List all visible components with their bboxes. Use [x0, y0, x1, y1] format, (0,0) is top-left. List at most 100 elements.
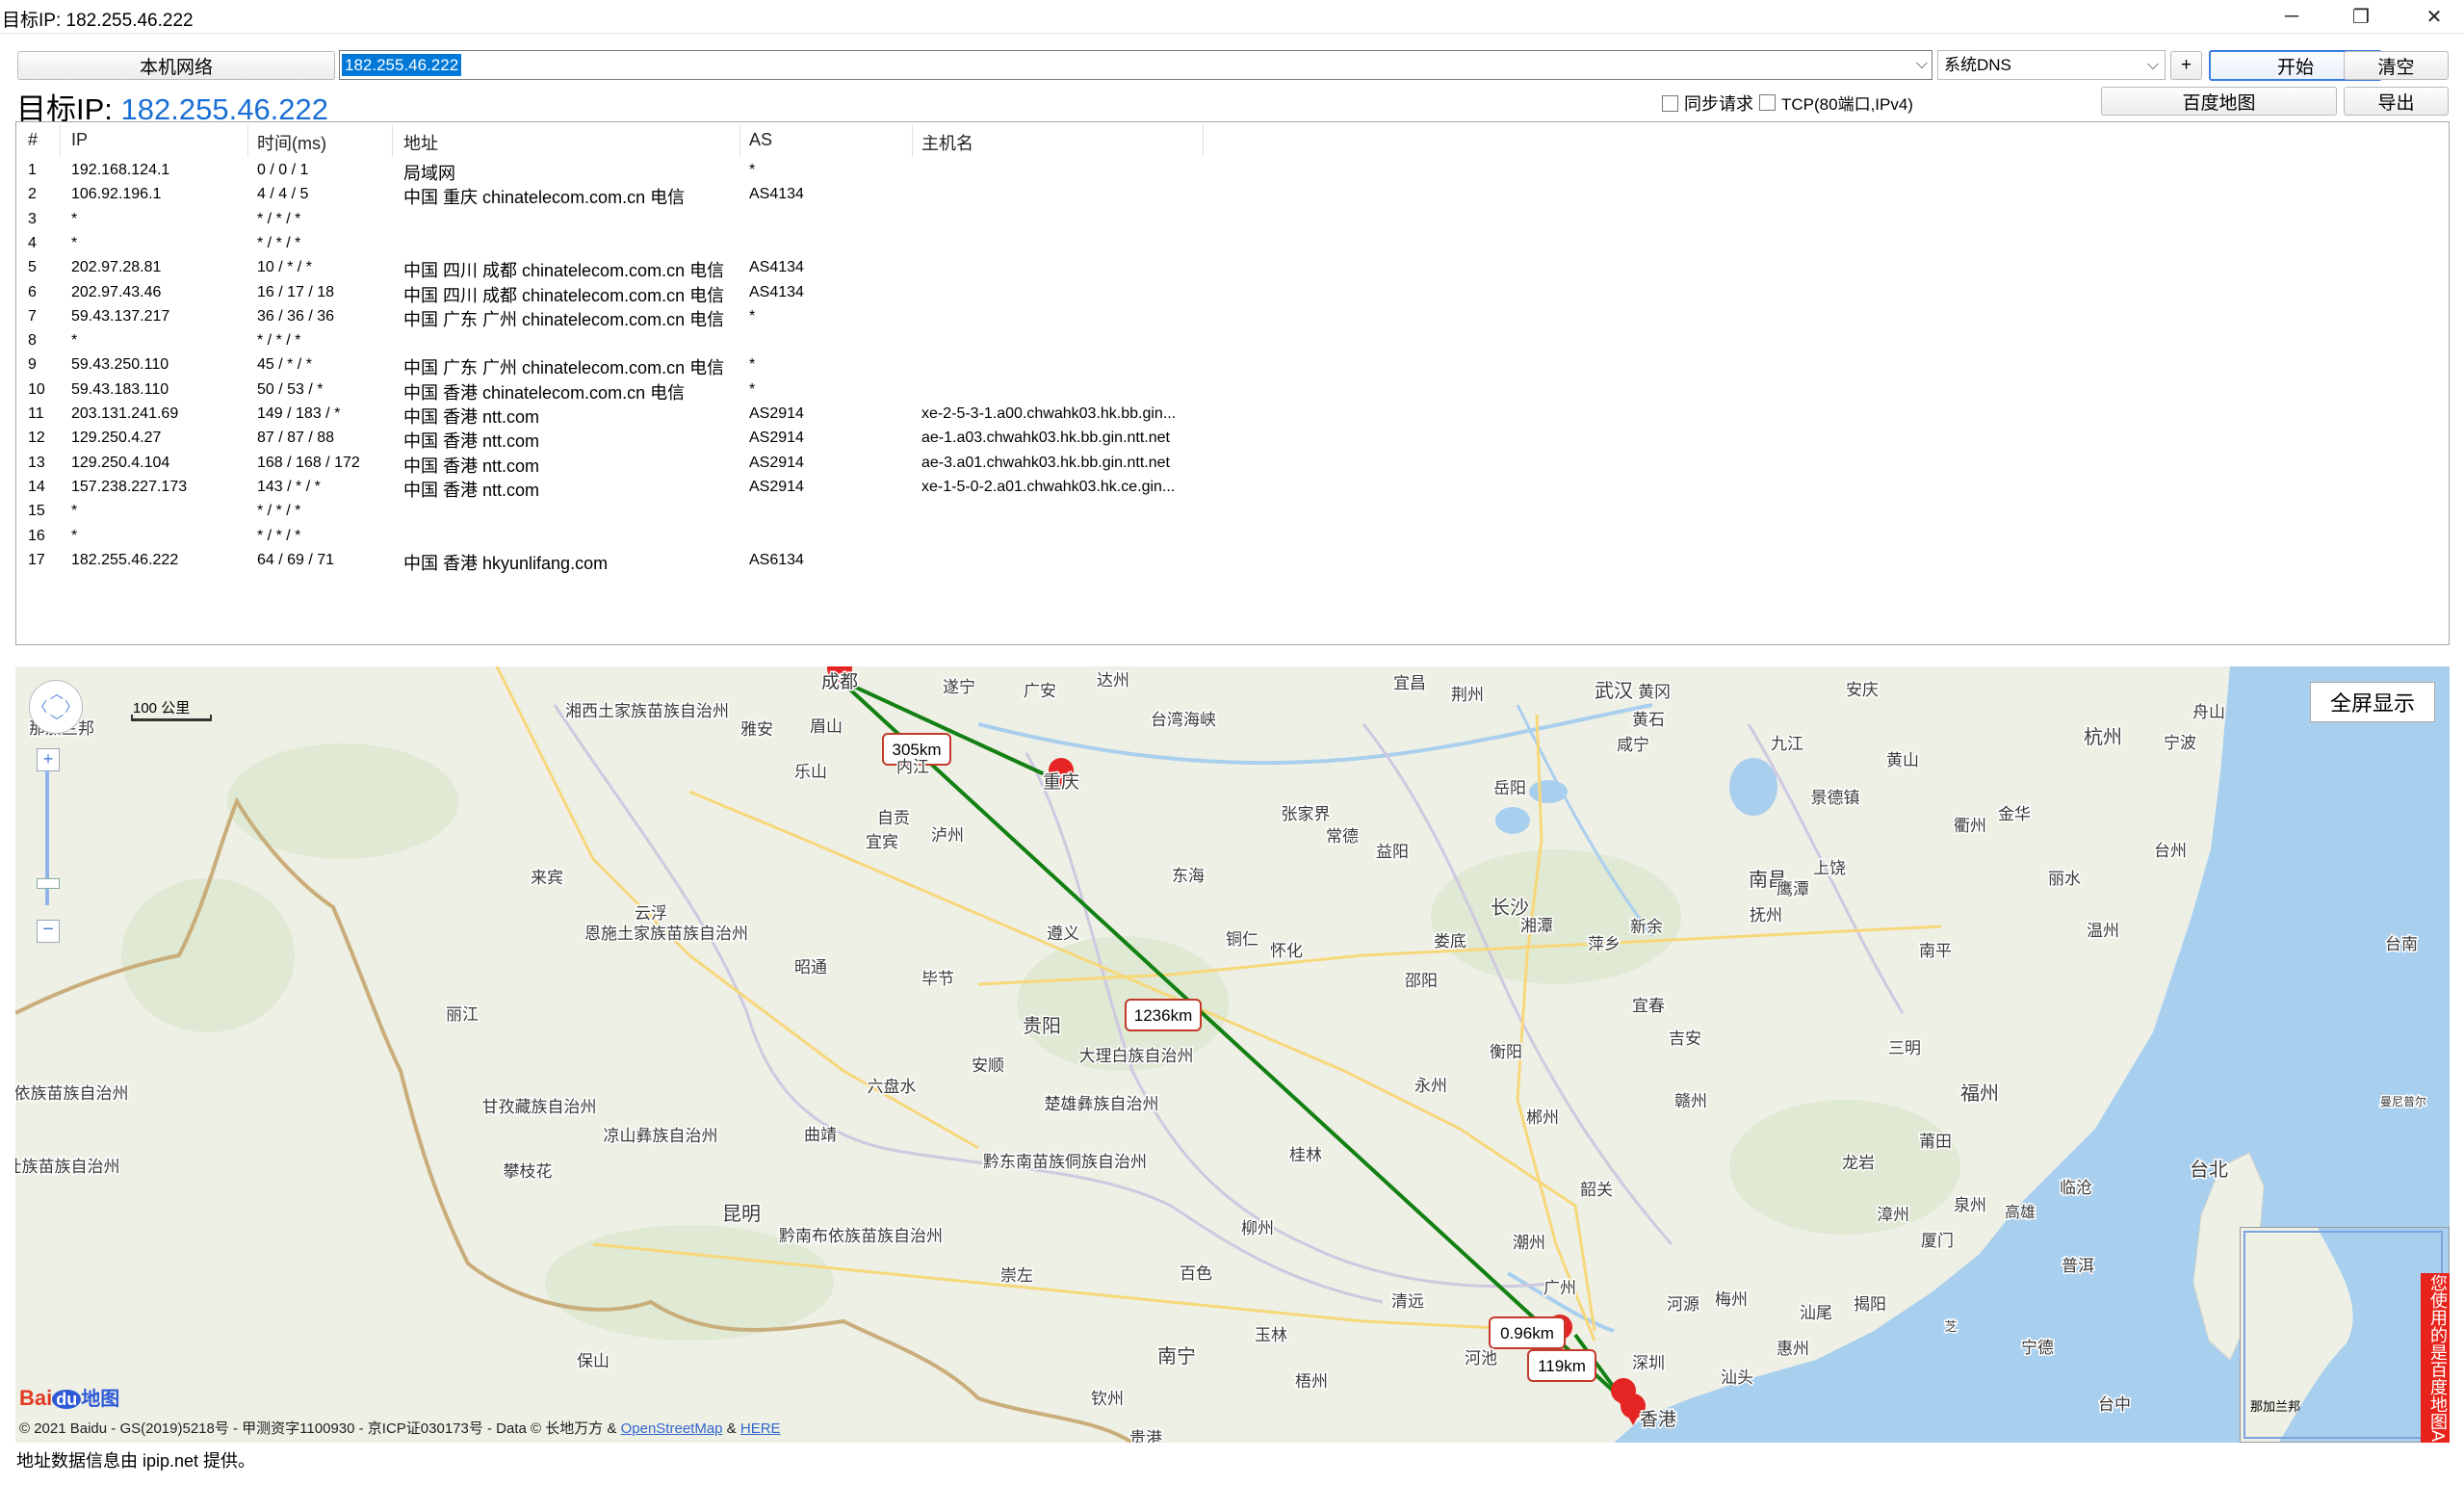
table-row[interactable]: 2 106.92.196.1 4 / 4 / 5 中国 重庆 chinatelecom…: [16, 186, 2443, 210]
dns-select[interactable]: 系统DNS ⌵: [1937, 50, 2166, 80]
feedback-tab[interactable]: 您使用的是百度地图A: [2421, 1273, 2450, 1443]
table-row[interactable]: 8 * * / * / *: [16, 332, 2443, 356]
pan-control[interactable]: ︿ ﹀ 〈 〉: [29, 680, 83, 734]
city-label: 昆明: [722, 1202, 761, 1225]
city-label: 南平: [1919, 942, 1952, 961]
table-row[interactable]: 3 * * / * / *: [16, 211, 2443, 235]
minimize-button[interactable]: ─: [2263, 0, 2321, 33]
cell-as: *: [749, 356, 756, 374]
distance-label: 0.96km: [1500, 1324, 1554, 1342]
hops-table[interactable]: # IP 时间(ms) 地址 AS 主机名 1 192.168.124.1 0 / …: [15, 121, 2450, 645]
col-header-index[interactable]: #: [28, 130, 38, 150]
overview-map[interactable]: 那加兰邦: [2240, 1227, 2450, 1443]
table-row[interactable]: 17 182.255.46.222 64 / 69 / 71 中国 香港 hkyunl…: [16, 552, 2443, 576]
target-input[interactable]: 182.255.46.222 ⌵: [339, 50, 1932, 80]
sync-request-checkbox[interactable]: 同步请求: [1662, 91, 1753, 116]
cell-index: 8: [28, 332, 37, 350]
chevron-down-icon[interactable]: ⌵: [1916, 56, 1928, 73]
table-row[interactable]: 5 202.97.28.81 10 / * / * 中国 四川 成都 chinatel…: [16, 259, 2443, 283]
map-copyright: © 2021 Baidu - GS(2019)5218号 - 甲测资字11009…: [19, 1418, 781, 1438]
col-header-as[interactable]: AS: [749, 130, 772, 150]
col-header-address[interactable]: 地址: [403, 130, 438, 155]
table-row[interactable]: 7 59.43.137.217 36 / 36 / 36 中国 广东 广州 china…: [16, 308, 2443, 332]
table-row[interactable]: 6 202.97.43.46 16 / 17 / 18 中国 四川 成都 chinat…: [16, 284, 2443, 308]
zoom-out-button[interactable]: −: [37, 920, 60, 943]
city-label: 三明: [1888, 1039, 1921, 1058]
dns-select-value: 系统DNS: [1944, 56, 2011, 74]
city-label: 台南: [2385, 935, 2418, 954]
city-label: 丽江: [446, 1005, 479, 1025]
city-label: 莆田: [1919, 1133, 1952, 1152]
city-label: 自贡: [877, 809, 910, 828]
table-row[interactable]: 13 129.250.4.104 168 / 168 / 172 中国 香港 ntt.…: [16, 455, 2443, 479]
table-row[interactable]: 1 192.168.124.1 0 / 0 / 1 局域网 *: [16, 162, 2443, 186]
export-button[interactable]: 导出: [2344, 87, 2449, 116]
city-label: 丽水: [2048, 870, 2081, 889]
city-label: 临沧: [2060, 1179, 2092, 1198]
table-row[interactable]: 10 59.43.183.110 50 / 53 / * 中国 香港 chinatel…: [16, 381, 2443, 405]
col-header-hostname[interactable]: 主机名: [921, 130, 973, 155]
cell-index: 14: [28, 478, 45, 495]
baidu-map[interactable]: 305km 1236km 0.96km 119km 成都 重庆 贵阳 昆明 南宁 长沙 武汉 南昌杭…: [15, 666, 2450, 1443]
cell-index: 16: [28, 527, 45, 544]
table-row[interactable]: 9 59.43.250.110 45 / * / * 中国 广东 广州 chinate…: [16, 356, 2443, 380]
city-label: 广州: [1543, 1279, 1576, 1298]
cell-hostname: xe-1-5-0-2.a01.chwahk03.hk.ce.gin...: [921, 478, 1176, 495]
table-row[interactable]: 16 * * / * / *: [16, 528, 2443, 552]
table-row[interactable]: 12 129.250.4.27 87 / 87 / 88 中国 香港 ntt.com A…: [16, 430, 2443, 454]
city-label: 宜春: [1632, 997, 1665, 1016]
city-label: 漳州: [1877, 1206, 1909, 1225]
city-label: 香港: [1640, 1409, 1676, 1430]
checkbox-box[interactable]: [1759, 94, 1776, 111]
fullscreen-button[interactable]: 全屏显示: [2310, 682, 2435, 722]
city-label: 汕尾: [1800, 1304, 1832, 1323]
cell-time: 149 / 183 / *: [257, 405, 341, 422]
city-label: 景德镇: [1811, 789, 1860, 808]
city-label: 汕头: [1721, 1368, 1753, 1388]
zoom-in-button[interactable]: +: [37, 748, 60, 771]
city-label: 曲靖: [804, 1126, 837, 1145]
cell-ip: *: [71, 527, 78, 544]
pan-left-icon[interactable]: 〈: [34, 697, 47, 716]
table-row[interactable]: 4 * * / * / *: [16, 235, 2443, 259]
tcp-mode-checkbox[interactable]: TCP(80端口,IPv4): [1759, 91, 1913, 115]
col-header-ip[interactable]: IP: [71, 130, 88, 150]
city-label: 泉州: [1954, 1196, 1986, 1215]
cell-ip: *: [71, 210, 78, 227]
table-row[interactable]: 15 * * / * / *: [16, 503, 2443, 527]
close-button[interactable]: ✕: [2405, 0, 2463, 33]
city-label: 娄底: [1434, 932, 1466, 951]
cell-hostname: ae-3.a01.chwahk03.hk.bb.gin.ntt.net: [921, 454, 1170, 471]
city-label: 黄石: [1632, 711, 1665, 730]
city-label: 宜昌: [1393, 674, 1426, 693]
city-label: 厦门: [1921, 1232, 1954, 1251]
pan-right-icon[interactable]: 〉: [65, 697, 78, 716]
map-canvas[interactable]: 305km1236km0.96km119km 成都重庆贵阳昆明南宁长沙武汉南昌杭…: [15, 666, 2450, 1443]
table-row[interactable]: 11 203.131.241.69 149 / 183 / * 中国 香港 ntt.c…: [16, 405, 2443, 430]
here-link[interactable]: HERE: [740, 1420, 781, 1437]
baidu-map-button[interactable]: 百度地图: [2101, 87, 2337, 116]
table-row[interactable]: 14 157.238.227.173 143 / * / * 中国 香港 ntt.co…: [16, 479, 2443, 503]
cell-time: 36 / 36 / 36: [257, 307, 335, 325]
osm-link[interactable]: OpenStreetMap: [621, 1420, 723, 1437]
cell-as: AS4134: [749, 259, 804, 276]
cell-ip: *: [71, 332, 78, 350]
city-label: 贵阳: [1023, 1014, 1061, 1037]
zoom-slider-handle[interactable]: [37, 878, 60, 889]
checkbox-box[interactable]: [1662, 94, 1678, 112]
clear-button[interactable]: 清空: [2344, 51, 2449, 80]
local-network-button[interactable]: 本机网络: [17, 51, 335, 80]
col-header-time[interactable]: 时间(ms): [257, 130, 326, 155]
add-button[interactable]: +: [2170, 51, 2202, 80]
pan-up-icon[interactable]: ︿: [50, 684, 64, 703]
cell-time: * / * / *: [257, 503, 301, 520]
pan-down-icon[interactable]: ﹀: [50, 712, 64, 731]
cell-as: AS2914: [749, 430, 804, 447]
city-label: 大理白族自治州: [1079, 1047, 1194, 1066]
city-label: 广安: [1024, 682, 1056, 701]
city-label: 岳阳: [1493, 779, 1526, 798]
city-label: 铜仁: [1226, 930, 1258, 950]
city-label: 黄山: [1886, 751, 1919, 770]
cell-ip: *: [71, 503, 78, 520]
maximize-button[interactable]: ❐: [2332, 0, 2390, 33]
